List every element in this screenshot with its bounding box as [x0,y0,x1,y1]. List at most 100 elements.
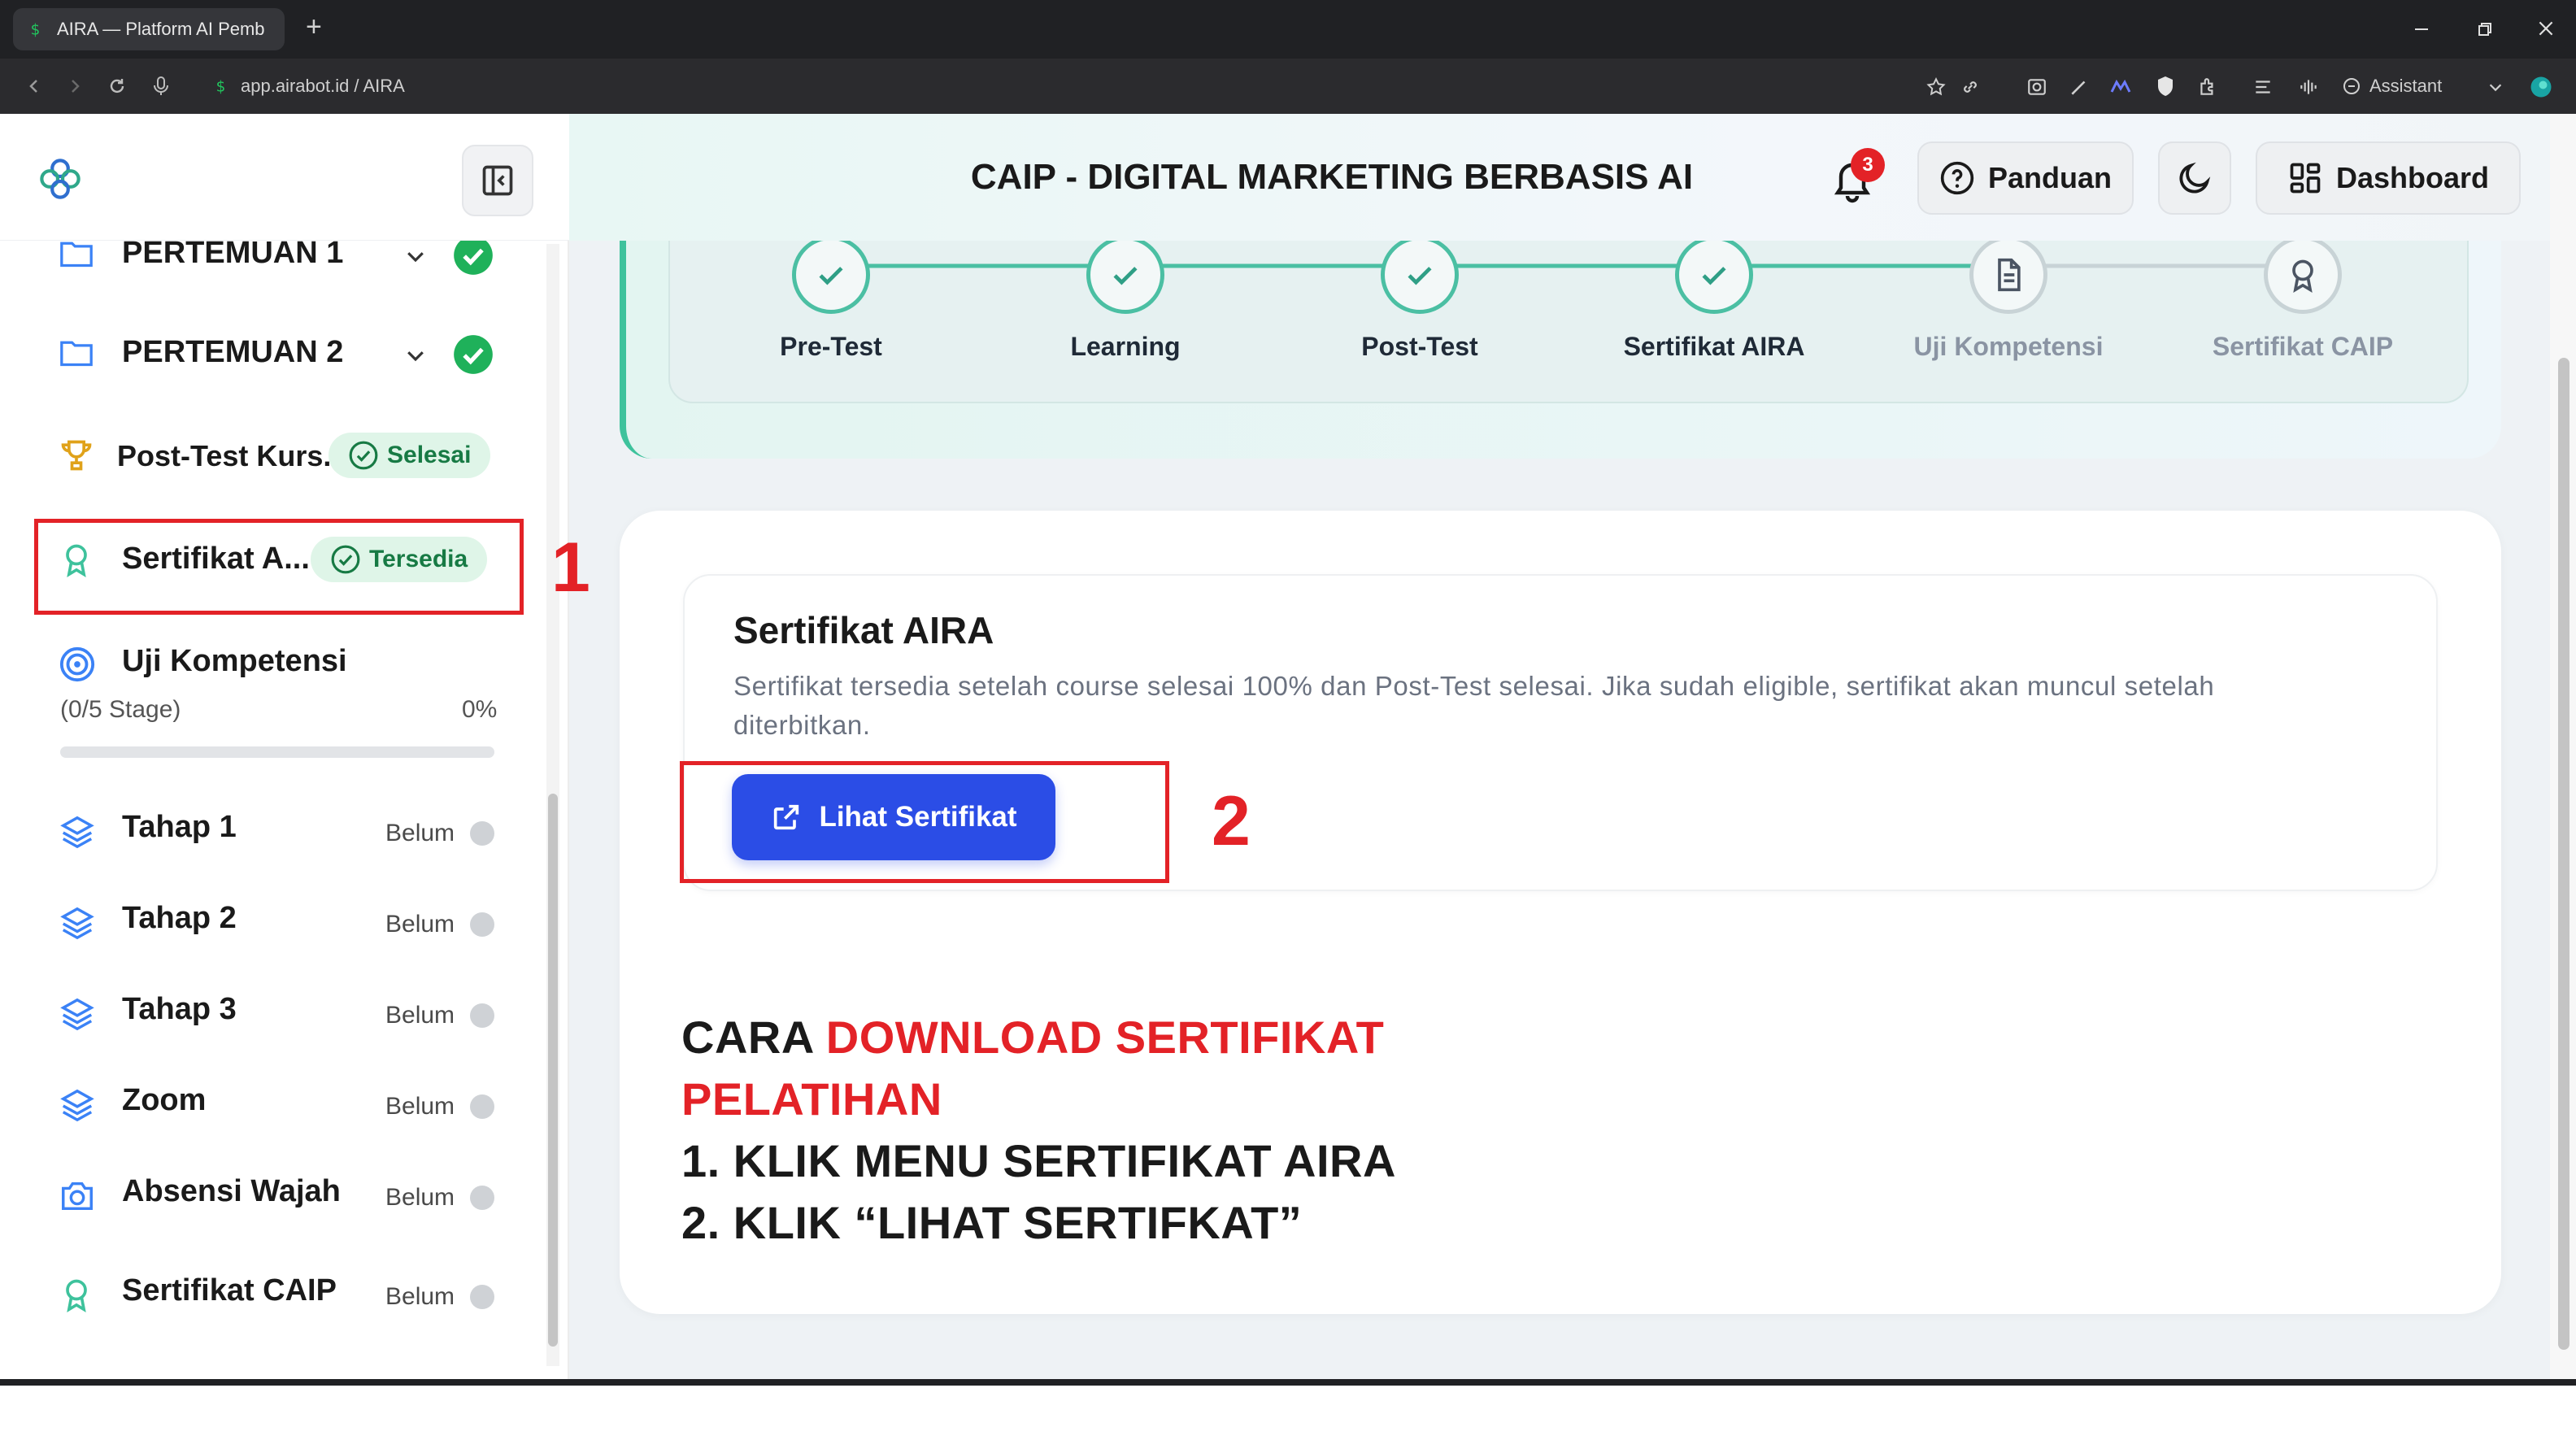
microphone-icon[interactable] [151,75,171,98]
audio-wave-icon[interactable] [2298,76,2319,98]
sidebar-item-stage[interactable]: Tahap 3 [122,992,237,1027]
stage-status-dot [470,1186,494,1210]
step-circle [1381,236,1459,314]
link-icon[interactable] [1960,76,1981,98]
tab-title: AIRA — Platform AI Pemb [57,19,265,39]
uji-percent: 0% [462,696,498,723]
dashboard-grid-icon [2290,163,2321,194]
step-circle [1675,236,1753,314]
step-circle [1086,236,1164,314]
aira-logo-icon[interactable] [37,156,83,202]
collapse-sidebar-button[interactable] [462,145,533,216]
annotation-marker-2: 2 [1212,782,1251,860]
award-icon [66,1279,87,1312]
stage-status: Belum [385,911,455,938]
check-icon [819,267,843,285]
sidebar-item-pertemuan-2[interactable]: PERTEMUAN 2 [122,335,343,370]
folder-icon [60,242,93,268]
assistant-button[interactable]: Assistant [2342,72,2442,101]
status-badge-selesai: Selesai [329,433,491,478]
stage-status: Belum [385,1184,455,1211]
restore-icon[interactable] [2475,20,2495,39]
stage-status-dot [470,912,494,937]
forward-icon[interactable] [65,76,85,96]
sidebar-item-stage[interactable]: Tahap 2 [122,901,237,936]
screen: $ AIRA — Platform AI Pemb + $ app.airabo… [0,0,2576,1449]
step-label: Sertifikat AIRA [1623,332,1805,361]
window-bottom-frame [0,1379,2576,1386]
reading-list-icon[interactable] [2252,76,2274,98]
sidebar-item-uji-kompetensi[interactable]: Uji Kompetensi [122,644,347,679]
page-scrollbar[interactable] [2550,114,2576,1382]
pen-icon[interactable] [2069,76,2090,98]
extension-m-icon[interactable] [2109,76,2132,98]
guide-button[interactable]: Panduan [1917,141,2134,215]
browser-tab[interactable]: $ AIRA — Platform AI Pemb [13,8,285,50]
site-favicon-icon: $ [31,21,41,38]
shield-extension-icon[interactable] [2155,75,2176,98]
check-icon [1113,267,1138,285]
sidebar-item-label: PERTEMUAN 1 [122,236,344,270]
dark-mode-button[interactable] [2158,141,2231,215]
instruction-line2: PELATIHAN [681,1073,942,1125]
page-scrollbar-thumb[interactable] [2558,358,2569,1350]
back-icon[interactable] [24,76,44,96]
check-icon [1408,267,1432,285]
folder-icon [60,341,93,367]
check-circle-icon [454,335,493,374]
instruction-text: CARA DOWNLOAD SERTIFIKAT PELATIHAN 1. KL… [681,1007,1396,1254]
sidebar-item-label: Uji Kompetensi [122,644,347,678]
puzzle-extension-icon[interactable] [2197,76,2218,98]
svg-text:$: $ [216,78,226,95]
assistant-label: Assistant [2369,76,2443,96]
bookmark-star-icon[interactable] [1925,76,1947,98]
screenshot-icon[interactable] [2026,76,2047,98]
certificate-title: Sertifikat AIRA [733,609,994,651]
browser-tab-bar: $ AIRA — Platform AI Pemb + [0,0,2576,59]
check-circle-icon [349,441,378,470]
sidebar-item-label: Sertifikat CAIP [122,1273,337,1308]
instruction-highlight: DOWNLOAD SERTIFIKAT [825,1012,1385,1063]
stage-status-dot [470,1003,494,1028]
step-label: Learning [1070,332,1181,361]
address-bar[interactable]: $ app.airabot.id / AIRA [213,70,405,102]
target-icon [59,646,95,682]
new-tab-button[interactable]: + [306,11,322,43]
sidebar-item-stage[interactable]: Absensi Wajah [122,1174,341,1209]
chevron-down-icon[interactable] [403,244,428,268]
sidebar-scrollbar-thumb[interactable] [548,794,558,1347]
chevron-down-icon[interactable] [403,343,428,368]
layers-icon [60,816,94,849]
sidebar-item-pertemuan-1[interactable]: PERTEMUAN 1 [122,236,343,271]
stage-status-dot [470,1285,494,1309]
annotation-box-2 [680,761,1169,883]
sidebar-item-post-test[interactable]: Post-Test Kurs... [117,439,347,473]
svg-text:$: $ [31,21,41,38]
annotation-box-1 [34,519,524,615]
chevron-down-icon[interactable] [2487,78,2504,96]
sidebar-item-stage[interactable]: Zoom [122,1083,206,1118]
step-circle [1969,236,2047,314]
browser-toolbar: $ app.airabot.id / AIRA Assistant [0,59,2576,114]
sidebar-scrollbar[interactable] [546,244,559,1366]
browser-logo-icon[interactable] [2529,75,2553,99]
step-label: Uji Kompetensi [1913,332,2104,361]
layers-icon [60,998,94,1031]
close-icon[interactable] [2535,18,2556,39]
notification-button[interactable]: 3 [1826,148,1885,208]
dashboard-button[interactable]: Dashboard [2256,141,2521,215]
sidebar-item-label: Tahap 2 [122,901,237,935]
instruction-line4: 2. KLIK “LIHAT SERTIFKAT” [681,1197,1303,1248]
certificate-description-line1: Sertifikat tersedia setelah course seles… [733,671,2215,701]
sidebar: PERTEMUAN 1 PERTEMUAN 2 Post-Test Kurs..… [0,114,569,1382]
status-badge-label: Selesai [387,442,472,468]
reload-icon[interactable] [107,76,127,96]
sidebar-item-stage[interactable]: Tahap 1 [122,810,237,845]
minimize-icon[interactable] [2412,20,2431,39]
stage-status: Belum [385,820,455,846]
sidebar-item-label: Tahap 1 [122,810,237,844]
sidebar-item-stage[interactable]: Sertifikat CAIP [122,1273,337,1308]
guide-label: Panduan [1987,161,2112,194]
stage-status-dot [470,1094,494,1119]
url-text: app.airabot.id / AIRA [241,76,405,96]
